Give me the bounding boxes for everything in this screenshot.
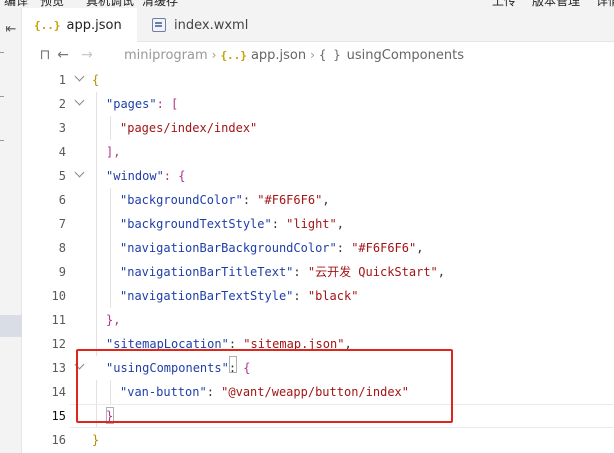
line-number: 7	[58, 217, 66, 231]
code-line: 8 "navigationBarBackgroundColor": "#F6F6…	[22, 236, 614, 260]
selected-tree-row[interactable]	[0, 315, 22, 337]
line-number: 14	[51, 385, 66, 399]
left-panel-strip: ⇤	[0, 8, 22, 453]
tab-app-json[interactable]: {..} app.json	[22, 8, 137, 42]
line-number: 4	[58, 145, 66, 159]
code-text: {	[92, 73, 100, 87]
code-line: 11 },	[22, 308, 614, 332]
line-number: 8	[58, 241, 66, 255]
menu-upload[interactable]: 上传	[492, 0, 516, 8]
code-line: 3 "pages/index/index"	[22, 116, 614, 140]
fold-chevron-icon[interactable]	[74, 73, 86, 83]
editor-tab-bar: {..} app.json index.wxml	[22, 8, 614, 42]
tab-index-wxml[interactable]: index.wxml	[138, 8, 288, 42]
code-text: "navigationBarTextStyle": "black"	[120, 289, 359, 303]
back-arrow-icon[interactable]: ←	[54, 47, 72, 63]
line-number: 10	[51, 289, 66, 303]
code-line: 6 "backgroundColor": "#F6F6F6",	[22, 188, 614, 212]
line-number: 9	[58, 265, 66, 279]
fold-chevron-icon[interactable]	[74, 97, 86, 107]
menu-device-debug[interactable]: 真机调试	[86, 0, 134, 8]
code-line: 4 ],	[22, 140, 614, 164]
code-text: "navigationBarBackgroundColor": "#F6F6F6…	[120, 241, 424, 255]
chevron-right-icon: ›	[211, 48, 217, 62]
json-file-icon: {..}	[220, 48, 247, 62]
annotation-highlight-box	[76, 349, 453, 423]
line-number: 16	[51, 433, 66, 447]
code-line: 5 "window": {	[22, 164, 614, 188]
divider	[0, 96, 4, 97]
menu-compile[interactable]: 编译	[4, 0, 28, 8]
code-text: "navigationBarTitleText": "云开发 QuickStar…	[120, 265, 445, 279]
menubar: 编译 预览 真机调试 清缓存 上传 版本管理 详情	[0, 0, 614, 8]
line-number: 2	[58, 97, 66, 111]
code-text: "window": {	[106, 169, 186, 183]
divider	[0, 140, 4, 141]
code-text: }	[92, 433, 100, 447]
line-number: 6	[58, 193, 66, 207]
code-line: 9 "navigationBarTitleText": "云开发 QuickSt…	[22, 260, 614, 284]
forward-arrow-icon[interactable]: →	[78, 47, 96, 63]
chevron-right-icon: ›	[310, 48, 315, 62]
code-line: 2 "pages": [	[22, 92, 614, 116]
code-text: ],	[106, 145, 121, 159]
collapse-panel-icon[interactable]: ⇤	[2, 22, 20, 38]
line-number: 5	[58, 169, 66, 183]
tab-label: app.json	[66, 17, 122, 33]
code-text: "pages/index/index"	[120, 121, 258, 135]
breadcrumb-file[interactable]: app.json	[251, 48, 306, 63]
code-line: 16 }	[22, 428, 614, 452]
line-number: 13	[51, 361, 66, 375]
code-text: "backgroundTextStyle": "light",	[120, 217, 344, 231]
code-line: 7 "backgroundTextStyle": "light",	[22, 212, 614, 236]
breadcrumb: ⊓ ← → miniprogram › {..} app.json › { } …	[22, 42, 614, 68]
code-line: 1 {	[22, 68, 614, 92]
code-text: "backgroundColor": "#F6F6F6",	[120, 193, 330, 207]
code-line: 10 "navigationBarTextStyle": "black"	[22, 284, 614, 308]
line-number: 3	[58, 121, 66, 135]
line-number: 1	[58, 73, 66, 87]
json-file-icon: {..}	[34, 18, 61, 32]
line-number: 12	[51, 337, 66, 351]
code-text: },	[106, 313, 121, 327]
line-number: 15	[51, 409, 66, 423]
breadcrumb-symbol[interactable]: usingComponents	[347, 48, 464, 63]
fold-chevron-icon[interactable]	[74, 169, 86, 179]
menu-clear-cache[interactable]: 清缓存	[142, 0, 178, 8]
menu-preview[interactable]: 预览	[40, 0, 64, 8]
bookmark-icon[interactable]: ⊓	[36, 47, 54, 63]
divider	[0, 52, 4, 53]
menu-version[interactable]: 版本管理	[532, 0, 580, 8]
wxml-file-icon	[152, 18, 166, 32]
menu-details[interactable]: 详情	[596, 0, 614, 8]
tab-label: index.wxml	[174, 17, 249, 33]
line-number: 11	[51, 313, 66, 327]
code-text: "pages": [	[106, 97, 179, 111]
breadcrumb-folder[interactable]: miniprogram	[124, 48, 208, 63]
object-symbol-icon: { }	[318, 48, 341, 62]
